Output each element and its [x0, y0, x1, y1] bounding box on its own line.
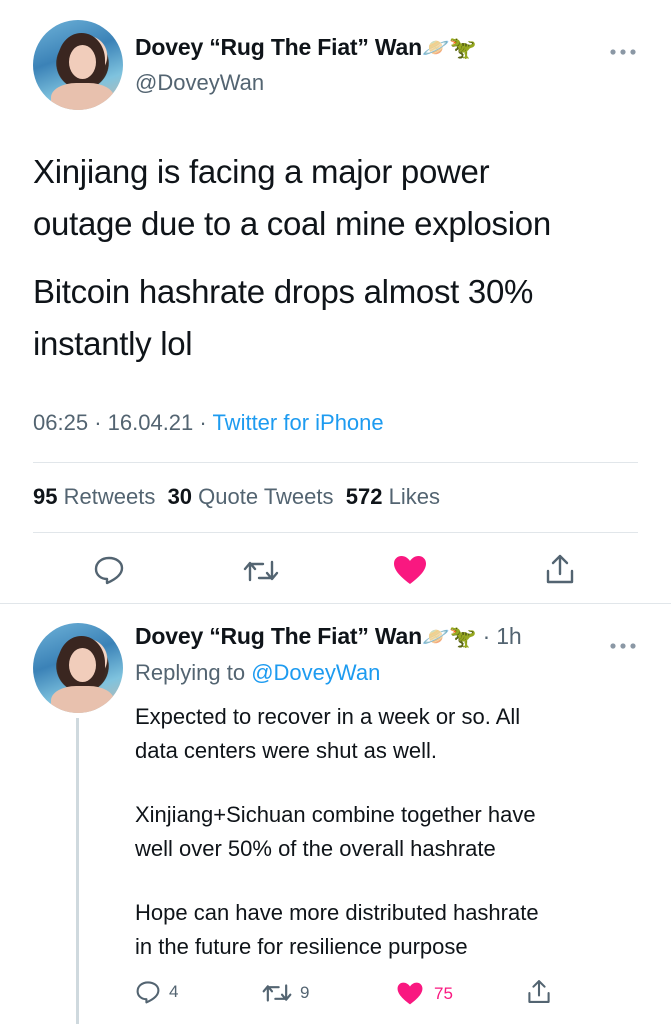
more-dots-icon[interactable]	[610, 630, 636, 656]
retweet-count: 9	[300, 983, 310, 1002]
tweet-source[interactable]: Twitter for iPhone	[212, 410, 383, 435]
divider	[33, 532, 638, 533]
reply-text-line: Expected to recover in a week or so. All	[135, 704, 521, 729]
tweet-metadata: 06:25 · 16.04.21 · Twitter for iPhone	[33, 410, 384, 435]
share-icon[interactable]	[545, 553, 575, 585]
avatar[interactable]	[33, 623, 123, 713]
retweet-action[interactable]: 9	[262, 982, 309, 1004]
reply-header: Dovey “Rug The Fiat” Wan🪐🦖 · 1h	[135, 623, 522, 649]
heart-icon[interactable]	[392, 554, 428, 586]
divider	[33, 462, 638, 463]
heart-icon	[396, 981, 424, 1006]
tweet-text-line: Xinjiang is facing a major power	[33, 153, 490, 190]
reply-text: Expected to recover in a week or so. All…	[135, 700, 655, 964]
divider	[0, 603, 671, 604]
replying-to: Replying to @DoveyWan	[135, 660, 381, 685]
tweet-time[interactable]: 06:25	[33, 410, 88, 435]
reply-text-line: in the future for resilience purpose	[135, 934, 468, 959]
reply-text-line: data centers were shut as well.	[135, 738, 438, 763]
share-icon[interactable]	[527, 978, 551, 1005]
retweets-stat[interactable]: 95 Retweets	[33, 484, 155, 509]
reply-count: 4	[169, 982, 179, 1001]
retweet-icon	[262, 982, 292, 1004]
author-name[interactable]: Dovey “Rug The Fiat” Wan	[135, 623, 422, 649]
tweet-text: Xinjiang is facing a major power outage …	[33, 146, 653, 370]
reply-action[interactable]: 4	[135, 980, 178, 1004]
author-name[interactable]: Dovey “Rug The Fiat” Wan🪐🦖	[135, 34, 477, 61]
reply-icon[interactable]	[93, 555, 125, 585]
tweet-text-line: Bitcoin hashrate drops almost 30%	[33, 273, 534, 310]
avatar[interactable]	[33, 20, 123, 110]
planet-emoji: 🪐	[421, 624, 450, 649]
replying-to-handle[interactable]: @DoveyWan	[251, 660, 380, 685]
reply-icon	[135, 980, 161, 1004]
like-count: 75	[434, 983, 453, 1003]
reply-text-line: Hope can have more distributed hashrate	[135, 900, 539, 925]
quote-tweets-stat[interactable]: 30 Quote Tweets	[168, 484, 334, 509]
tweet-age[interactable]: 1h	[496, 623, 521, 649]
like-action[interactable]: 75	[396, 981, 453, 1006]
thread-line	[76, 718, 79, 1024]
author-handle[interactable]: @DoveyWan	[135, 70, 264, 96]
reply-text-line: well over 50% of the overall hashrate	[135, 836, 496, 861]
reply-text-line: Xinjiang+Sichuan combine together have	[135, 802, 536, 827]
dinosaur-emoji: 🦖	[449, 35, 477, 60]
more-dots-icon[interactable]	[610, 36, 636, 62]
planet-emoji: 🪐	[421, 35, 450, 60]
retweet-icon[interactable]	[243, 558, 279, 584]
engagement-stats: 95 Retweets 30 Quote Tweets 572 Likes	[33, 484, 440, 510]
tweet-text-line: outage due to a coal mine explosion	[33, 205, 551, 242]
tweet-date[interactable]: 16.04.21	[108, 410, 194, 435]
likes-stat[interactable]: 572 Likes	[346, 484, 440, 509]
dinosaur-emoji: 🦖	[449, 624, 477, 649]
tweet-text-line: instantly lol	[33, 325, 193, 362]
